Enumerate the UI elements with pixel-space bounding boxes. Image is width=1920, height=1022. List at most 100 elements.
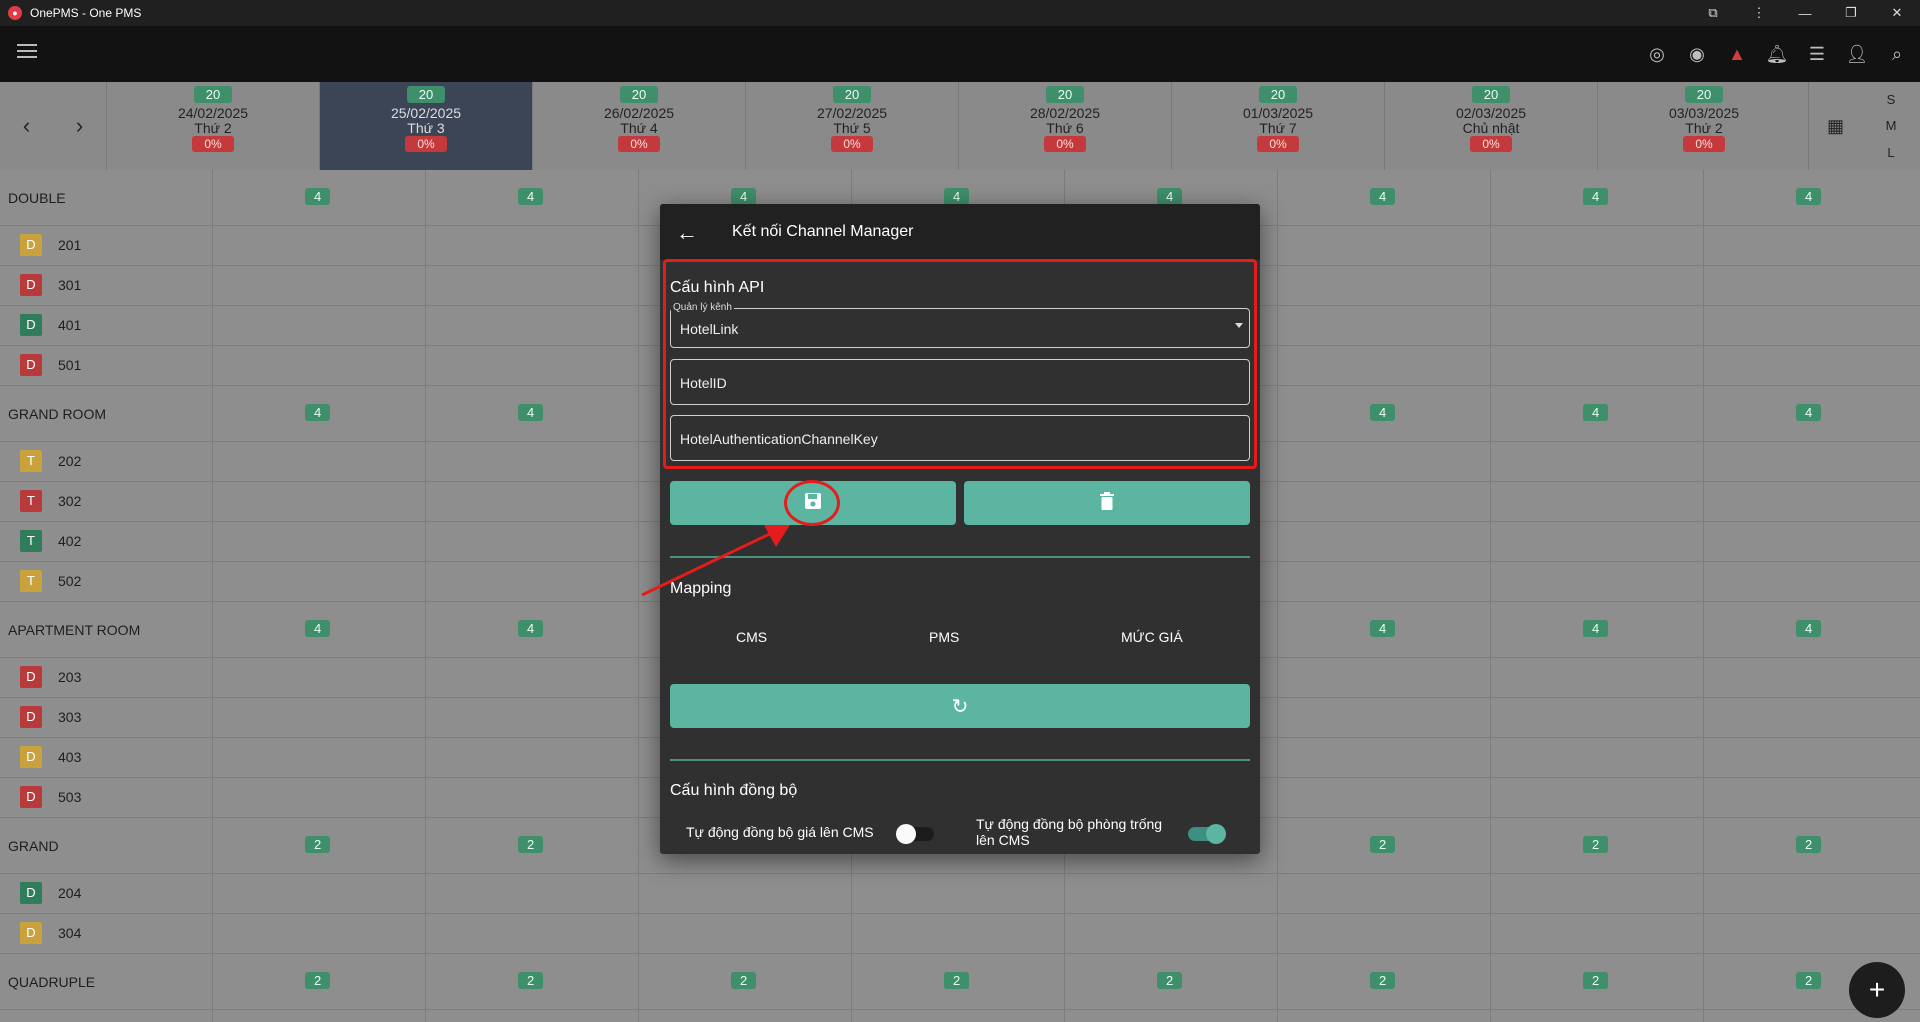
channel-select[interactable]: Quản lý kênh HotelLink (670, 302, 1250, 348)
category-available-count[interactable]: 4 (305, 404, 331, 421)
category-available-count[interactable]: 4 (518, 620, 544, 637)
category-available-count[interactable]: 2 (1583, 836, 1609, 853)
day-available-count: 20 (832, 86, 872, 103)
room-type-badge: D (20, 706, 42, 728)
list-icon[interactable]: ☰ (1804, 42, 1830, 66)
size-s[interactable]: S (1887, 92, 1896, 107)
date-column[interactable]: 20 01/03/2025 Thứ 7 0% (1171, 82, 1384, 170)
prev-week-chevron-icon[interactable]: ‹ (23, 113, 30, 139)
day-available-count: 20 (193, 86, 233, 103)
category-available-count[interactable]: 4 (1583, 188, 1609, 205)
room-number: 501 (58, 357, 82, 373)
category-available-count[interactable]: 4 (518, 404, 544, 421)
day-occupancy: 0% (831, 136, 873, 152)
window-titlebar: ● OnePMS - One PMS ⧉ ⋮ — ❐ ✕ (0, 0, 1920, 26)
size-l[interactable]: L (1887, 145, 1894, 160)
date-column[interactable]: 20 27/02/2025 Thứ 5 0% (745, 82, 958, 170)
category-available-count[interactable]: 2 (1157, 972, 1183, 989)
channel-select-value: HotelLink (680, 321, 739, 337)
room-row[interactable]: D 204 (0, 874, 1920, 914)
day-occupancy: 0% (192, 136, 234, 152)
hotel-id-field[interactable]: HotelID (670, 359, 1250, 405)
category-available-count[interactable]: 4 (1583, 620, 1609, 637)
category-available-count[interactable]: 4 (305, 188, 331, 205)
category-available-count[interactable]: 2 (731, 972, 757, 989)
category-available-count[interactable]: 2 (1796, 836, 1822, 853)
category-available-count[interactable]: 2 (305, 836, 331, 853)
category-available-count[interactable]: 4 (1796, 620, 1822, 637)
refresh-icon: ↻ (951, 695, 969, 718)
delete-button[interactable] (964, 481, 1250, 525)
category-available-count[interactable]: 4 (731, 188, 757, 205)
day-available-count: 20 (1684, 86, 1724, 103)
toggle-price-switch[interactable] (896, 824, 934, 844)
close-icon[interactable]: ✕ (1874, 0, 1920, 26)
category-available-count[interactable]: 2 (1370, 972, 1396, 989)
date-column[interactable]: 20 28/02/2025 Thứ 6 0% (958, 82, 1171, 170)
bell-icon[interactable]: 🔔︎ (1764, 42, 1790, 66)
auth-key-field[interactable]: HotelAuthenticationChannelKey (670, 415, 1250, 461)
window-title: OnePMS - One PMS (30, 6, 142, 20)
category-available-count[interactable]: 2 (305, 972, 331, 989)
day-weekday: Thứ 2 (1685, 120, 1723, 136)
category-available-count[interactable]: 2 (1796, 972, 1822, 989)
day-weekday: Thứ 4 (620, 120, 658, 136)
sync-icon[interactable]: ◎ (1644, 42, 1670, 66)
category-name: GRAND ROOM (8, 406, 106, 422)
room-number: 503 (58, 789, 82, 805)
category-available-count[interactable]: 4 (518, 188, 544, 205)
room-number: 204 (58, 885, 82, 901)
auth-key-placeholder: HotelAuthenticationChannelKey (680, 431, 878, 447)
next-week-chevron-icon[interactable]: › (76, 113, 83, 139)
back-arrow-icon[interactable]: ← (676, 220, 698, 246)
category-available-count[interactable]: 2 (518, 972, 544, 989)
category-name: GRAND (8, 838, 59, 854)
day-occupancy: 0% (1470, 136, 1512, 152)
category-available-count[interactable]: 4 (1370, 620, 1396, 637)
dropdown-caret-icon (1235, 323, 1243, 328)
day-weekday: Thứ 2 (194, 120, 232, 136)
category-available-count[interactable]: 2 (1370, 836, 1396, 853)
size-m[interactable]: M (1886, 118, 1897, 133)
toggle-room-switch[interactable] (1188, 824, 1226, 844)
room-row[interactable]: D 304 (0, 914, 1920, 954)
room-number: 302 (58, 493, 82, 509)
date-column[interactable]: 20 24/02/2025 Thứ 2 0% (106, 82, 319, 170)
category-name: QUADRUPLE (8, 974, 96, 990)
category-available-count[interactable]: 4 (1370, 404, 1396, 421)
add-user-icon[interactable]: 👤︎ (1844, 42, 1870, 66)
category-name: DOUBLE (8, 190, 66, 206)
warning-icon[interactable]: ▲ (1724, 42, 1750, 66)
restore-icon[interactable]: ❐ (1828, 0, 1874, 26)
room-type-badge: D (20, 786, 42, 808)
calendar-icon[interactable]: ▦ (1808, 82, 1862, 170)
category-available-count[interactable]: 4 (1796, 188, 1822, 205)
room-number: 401 (58, 317, 82, 333)
category-available-count[interactable]: 2 (1583, 972, 1609, 989)
day-date: 02/03/2025 (1455, 105, 1527, 121)
date-column[interactable]: 20 02/03/2025 Chủ nhật 0% (1384, 82, 1597, 170)
more-vert-icon[interactable]: ⋮ (1736, 0, 1782, 26)
mapping-col-cms: CMS (736, 629, 768, 645)
category-available-count[interactable]: 4 (1583, 404, 1609, 421)
date-column[interactable]: 20 03/03/2025 Thứ 2 0% (1597, 82, 1810, 170)
category-available-count[interactable]: 4 (1157, 188, 1183, 205)
category-available-count[interactable]: 2 (944, 972, 970, 989)
date-column[interactable]: 20 25/02/2025 Thứ 3 0% (319, 82, 532, 170)
category-available-count[interactable]: 4 (305, 620, 331, 637)
search-icon[interactable]: ⌕ (1884, 42, 1910, 66)
add-fab-plus-icon[interactable]: + (1849, 962, 1905, 1018)
minimize-icon[interactable]: — (1782, 0, 1828, 26)
category-available-count[interactable]: 4 (1370, 188, 1396, 205)
date-column[interactable]: 20 26/02/2025 Thứ 4 0% (532, 82, 745, 170)
extension-icon[interactable]: ⧉ (1690, 0, 1736, 26)
refresh-mapping-button[interactable]: ↻ (670, 684, 1250, 728)
hamburger-menu-icon[interactable] (17, 44, 37, 58)
category-available-count[interactable]: 4 (944, 188, 970, 205)
category-available-count[interactable]: 2 (518, 836, 544, 853)
size-toggle: S M L (1862, 82, 1920, 170)
category-available-count[interactable]: 4 (1796, 404, 1822, 421)
day-weekday: Thứ 5 (833, 120, 871, 136)
hotel-id-placeholder: HotelID (680, 375, 727, 391)
eye-icon[interactable]: ◉ (1684, 42, 1710, 66)
